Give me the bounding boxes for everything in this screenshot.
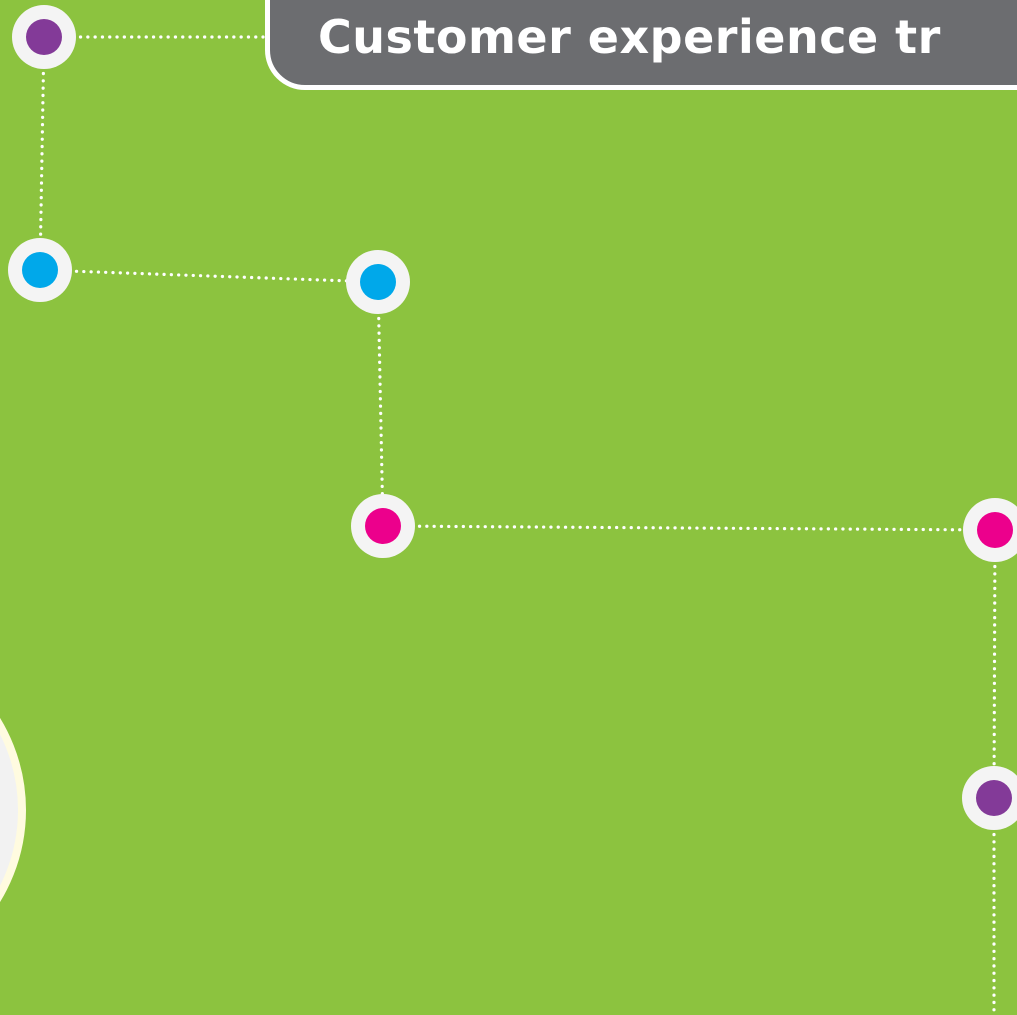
node-4 bbox=[351, 494, 415, 558]
node-1-dot bbox=[26, 19, 62, 55]
diagram-canvas: Customer experience tr bbox=[0, 0, 1017, 1015]
node-6-dot bbox=[976, 780, 1012, 816]
node-4-dot bbox=[365, 508, 401, 544]
node-1 bbox=[12, 5, 76, 69]
node-3 bbox=[346, 250, 410, 314]
diagram-title: Customer experience tr bbox=[318, 10, 941, 64]
node-3-dot bbox=[360, 264, 396, 300]
connector-diagram bbox=[0, 0, 1017, 1015]
title-banner: Customer experience tr bbox=[265, 0, 1017, 90]
node-2-dot bbox=[22, 252, 58, 288]
node-5-dot bbox=[977, 512, 1013, 548]
node-2 bbox=[8, 238, 72, 302]
background bbox=[0, 0, 1017, 1015]
